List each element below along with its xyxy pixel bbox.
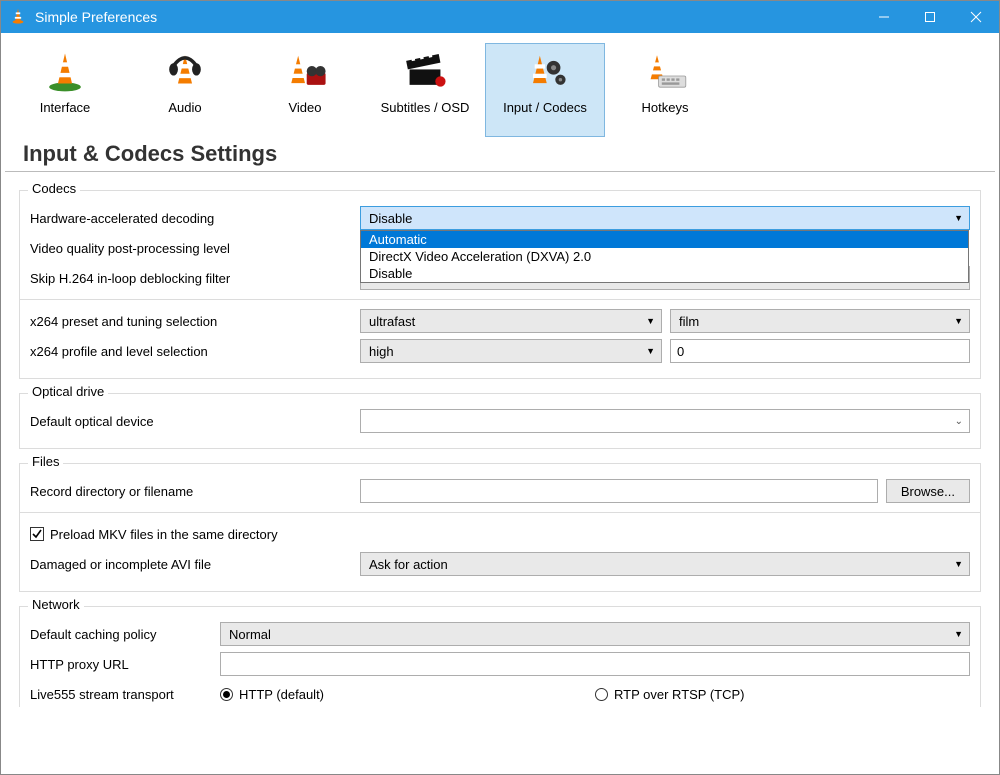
proxy-label: HTTP proxy URL [30,657,220,672]
content-area: Codecs Hardware-accelerated decoding Dis… [1,172,999,707]
radio-icon [595,688,608,701]
avi-value: Ask for action [369,557,448,572]
x264-preset-combo[interactable]: ultrafast ▼ [360,309,662,333]
category-interface[interactable]: Interface [5,43,125,137]
page-title: Input & Codecs Settings [5,137,995,172]
vlc-cone-icon [9,7,27,28]
window-controls [861,1,999,33]
radio-icon [220,688,233,701]
live555-rtp-label: RTP over RTSP (TCP) [614,687,745,702]
maximize-button[interactable] [907,1,953,33]
category-toolbar: Interface Audio Video [1,33,999,137]
record-label: Record directory or filename [30,484,360,499]
live555-label: Live555 stream transport [30,687,220,702]
titlebar: Simple Preferences [1,1,999,33]
category-input-codecs[interactable]: Input / Codecs [485,43,605,137]
hwdec-dropdown: Automatic DirectX Video Acceleration (DX… [360,230,969,283]
divider [20,512,980,513]
live555-http-radio[interactable]: HTTP (default) [220,687,595,702]
group-title: Optical drive [28,384,108,399]
live555-rtp-radio[interactable]: RTP over RTSP (TCP) [595,687,970,702]
group-title: Files [28,454,63,469]
chevron-down-icon: ▼ [954,213,963,223]
divider [20,299,980,300]
optical-device-label: Default optical device [30,414,360,429]
chevron-down-icon: ▼ [954,316,963,326]
caching-label: Default caching policy [30,627,220,642]
x264-profile-value: high [369,344,394,359]
checkbox-icon [30,527,44,541]
group-optical: Optical drive Default optical device ⌄ [19,393,981,449]
cone-gears-icon [521,50,569,94]
cone-headphones-icon [161,50,209,94]
postproc-label: Video quality post-processing level [30,241,360,256]
caching-value: Normal [229,627,271,642]
window-title: Simple Preferences [35,9,157,25]
chevron-down-icon: ▼ [954,559,963,569]
chevron-down-icon: ▼ [646,346,655,356]
group-title: Network [28,597,84,612]
chevron-down-icon: ▼ [646,316,655,326]
hwdec-value: Disable [369,211,412,226]
record-input[interactable] [360,479,878,503]
x264-profile-label: x264 profile and level selection [30,344,360,359]
chevron-down-icon: ▼ [954,629,963,639]
category-label: Video [288,100,321,115]
skip-label: Skip H.264 in-loop deblocking filter [30,271,360,286]
proxy-input[interactable] [220,652,970,676]
caching-combo[interactable]: Normal ▼ [220,622,970,646]
x264-preset-label: x264 preset and tuning selection [30,314,360,329]
category-label: Subtitles / OSD [381,100,470,115]
hwdec-option[interactable]: Automatic [361,231,968,248]
category-video[interactable]: Video [245,43,365,137]
clapperboard-icon [401,50,449,94]
close-button[interactable] [953,1,999,33]
optical-device-combo[interactable]: ⌄ [360,409,970,433]
category-hotkeys[interactable]: Hotkeys [605,43,725,137]
live555-http-label: HTTP (default) [239,687,324,702]
category-subtitles[interactable]: Subtitles / OSD [365,43,485,137]
x264-tune-combo[interactable]: film ▼ [670,309,970,333]
group-files: Files Record directory or filename Brows… [19,463,981,592]
category-label: Hotkeys [642,100,689,115]
cone-icon [41,50,89,94]
category-label: Interface [40,100,91,115]
x264-tune-value: film [679,314,699,329]
x264-level-value: 0 [677,344,684,359]
category-audio[interactable]: Audio [125,43,245,137]
category-label: Input / Codecs [503,100,587,115]
avi-label: Damaged or incomplete AVI file [30,557,360,572]
x264-level-input[interactable]: 0 [670,339,970,363]
cone-keyboard-icon [641,50,689,94]
group-title: Codecs [28,181,80,196]
preload-mkv-checkbox[interactable]: Preload MKV files in the same directory [30,527,278,542]
browse-button[interactable]: Browse... [886,479,970,503]
chevron-down-icon: ⌄ [955,416,963,427]
category-label: Audio [168,100,201,115]
minimize-button[interactable] [861,1,907,33]
x264-preset-value: ultrafast [369,314,415,329]
hwdec-combo[interactable]: Disable ▼ Automatic DirectX Video Accele… [360,206,970,230]
cone-film-icon [281,50,329,94]
group-codecs: Codecs Hardware-accelerated decoding Dis… [19,190,981,379]
titlebar-left: Simple Preferences [9,7,157,28]
hwdec-option[interactable]: DirectX Video Acceleration (DXVA) 2.0 [361,248,968,265]
hwdec-option[interactable]: Disable [361,265,968,282]
hwdec-label: Hardware-accelerated decoding [30,211,360,226]
x264-profile-combo[interactable]: high ▼ [360,339,662,363]
avi-combo[interactable]: Ask for action ▼ [360,552,970,576]
group-network: Network Default caching policy Normal ▼ … [19,606,981,707]
preload-mkv-label: Preload MKV files in the same directory [50,527,278,542]
